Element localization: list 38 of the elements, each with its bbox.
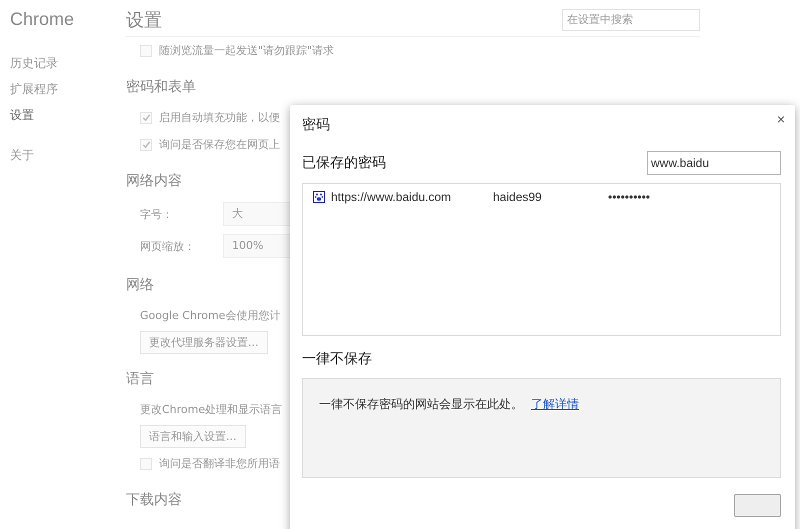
settings-button[interactable]: 更改代理服务器设置... [140,331,268,354]
paw-icon [313,190,325,202]
masked-password: •••••••••• [608,190,650,204]
site-url: https://www.baidu.com [331,190,452,204]
section-title: 下载内容 [126,491,182,509]
section-title: 已保存的密码 [302,154,386,172]
section-title: 密码和表单 [126,78,196,96]
field-label: 字号： [140,206,174,222]
checkbox-label: 询问是否翻译非您所用语 [159,456,280,471]
done-button[interactable] [734,494,781,517]
search-field[interactable]: www.baidu [647,151,781,175]
checkbox[interactable] [140,458,152,470]
search-field[interactable]: 在设置中搜索 [562,9,700,31]
section-title: 一律不保存 [302,350,373,368]
sidebar-item[interactable]: 历史记录 [10,50,116,76]
sidebar-item[interactable]: 设置 [10,102,116,128]
checkbox-label: 随浏览流量一起发送"请勿跟踪"请求 [159,43,334,58]
checkbox[interactable] [140,112,152,124]
close-button[interactable]: × [772,109,789,129]
learn-more-link[interactable]: 了解详情 [531,396,579,413]
checkbox-label: 启用自动填充功能，以便 [159,110,280,125]
checkbox[interactable] [140,44,152,56]
dialog-title: 密码 [302,116,331,134]
settings-button[interactable]: 语言和输入设置... [140,425,246,448]
section-title: 网络内容 [126,172,182,190]
description-text: 更改Chrome处理和显示语言 [140,402,282,417]
page-title: 设置 [126,9,162,32]
app-title: Chrome [10,9,76,30]
section-title: 语言 [126,370,154,388]
checkbox-label: 询问是否保存您在网页上 [159,137,280,152]
field-label: 网页缩放： [140,238,196,254]
username: haides99 [493,190,543,204]
empty-message: 一律不保存密码的网站会显示在此处。 [319,396,523,413]
checkbox[interactable] [140,138,152,150]
sidebar-item[interactable]: 扩展程序 [10,76,116,102]
section-title: 网络 [126,276,154,294]
sidebar-item[interactable]: 关于 [10,142,116,168]
description-text: Google Chrome会使用您计 [140,308,280,323]
